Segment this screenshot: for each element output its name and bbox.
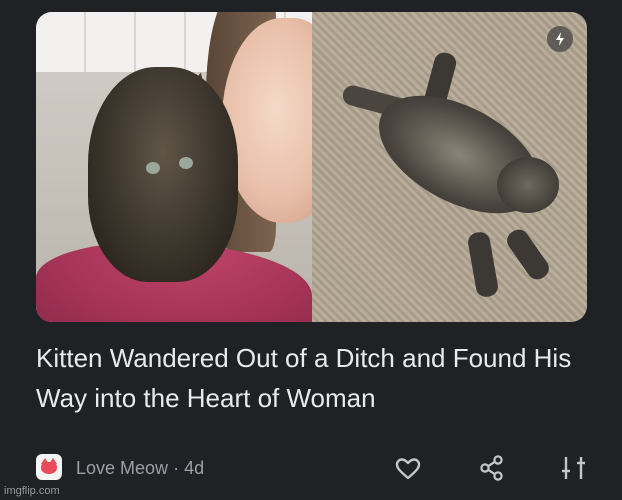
article-image[interactable]	[36, 12, 587, 322]
news-card[interactable]: Kitten Wandered Out of a Ditch and Found…	[0, 0, 622, 500]
love-meow-logo-icon	[36, 454, 62, 480]
article-headline[interactable]: Kitten Wandered Out of a Ditch and Found…	[36, 338, 596, 418]
source-and-age: Love Meow · 4d	[76, 458, 204, 478]
meta-separator: ·	[173, 458, 180, 478]
share-button[interactable]	[476, 452, 508, 484]
like-button[interactable]	[392, 452, 424, 484]
share-icon	[480, 455, 503, 481]
article-age: 4d	[184, 458, 205, 478]
kitten-on-carpet-photo	[312, 12, 587, 322]
woman-holding-kitten-photo	[36, 12, 312, 322]
tune-sliders-icon	[562, 457, 585, 479]
amp-lightning-icon	[547, 26, 573, 52]
imgflip-watermark: imgflip.com	[4, 485, 60, 497]
source-name: Love Meow	[76, 458, 169, 478]
heart-outline-icon	[395, 458, 421, 480]
tune-button[interactable]	[558, 452, 590, 484]
article-meta-row: Love Meow · 4d	[36, 452, 588, 484]
